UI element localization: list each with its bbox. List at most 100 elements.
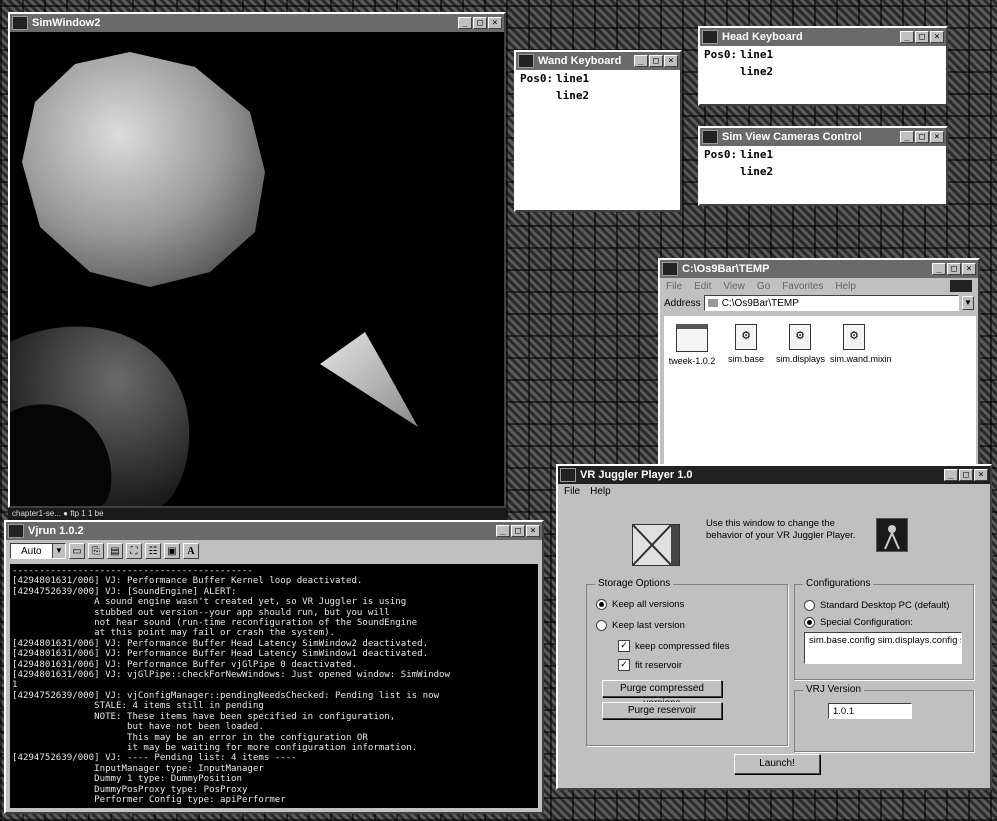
folder-icon — [707, 299, 718, 307]
explorer-title: C:\Os9Bar\TEMP — [682, 263, 770, 275]
check-indicator: ✓ — [618, 659, 630, 671]
camera-control-title: Sim View Cameras Control — [722, 131, 862, 143]
radio-keep-last[interactable]: Keep last version — [596, 620, 685, 631]
address-field[interactable]: C:\Os9Bar\TEMP — [703, 295, 959, 311]
file-item[interactable]: ⚙ sim.wand.mixin — [830, 324, 892, 458]
pos-line1: line1 — [740, 148, 774, 161]
menu-go[interactable]: Go — [757, 281, 770, 292]
close-icon[interactable]: × — [664, 55, 678, 67]
checkbox-fit-reservoir[interactable]: ✓ fit reservoir — [618, 659, 682, 671]
scene-svg — [10, 52, 418, 506]
minimize-icon[interactable]: _ — [900, 131, 914, 143]
minimize-icon[interactable]: _ — [932, 263, 946, 275]
sim-window: SimWindow2 _ □ × — [8, 12, 506, 508]
console-title: Vjrun 1.0.2 — [28, 525, 84, 537]
check-indicator: ✓ — [618, 640, 630, 652]
sphere-shape — [22, 52, 265, 287]
radio-indicator — [596, 620, 607, 631]
document-icon: ⚙ — [789, 324, 811, 350]
launch-button[interactable]: Launch! — [734, 754, 820, 774]
file-item[interactable]: ⚙ sim.displays — [776, 324, 825, 458]
application-icon — [676, 324, 708, 352]
console-line: This may be an error in the configuratio… — [12, 732, 368, 743]
close-icon[interactable]: × — [930, 131, 944, 143]
address-bar: Address C:\Os9Bar\TEMP ▼ — [660, 294, 978, 312]
minimize-icon[interactable]: _ — [900, 31, 914, 43]
app-icon — [702, 130, 718, 144]
console-line: but have not been loaded. — [12, 722, 264, 733]
paste-icon[interactable]: ▤ — [107, 543, 123, 559]
font-size-select[interactable]: Auto ▼ — [10, 543, 66, 559]
menu-favorites[interactable]: Favorites — [782, 281, 823, 292]
chevron-down-icon[interactable]: ▼ — [962, 296, 974, 310]
menu-help[interactable]: Help — [590, 486, 611, 497]
close-icon[interactable]: × — [962, 263, 976, 275]
background-icon[interactable]: ▣ — [164, 543, 180, 559]
close-icon[interactable]: × — [526, 525, 540, 537]
checkbox-keep-compressed[interactable]: ✓ keep compressed files — [618, 640, 730, 652]
pos-line2: line2 — [740, 165, 774, 178]
console-line: NOTE: These items have been specified in… — [12, 711, 396, 722]
menu-help[interactable]: Help — [835, 281, 856, 292]
wand-keyboard-titlebar[interactable]: Wand Keyboard _ □ × — [516, 52, 680, 70]
version-field[interactable]: 1.0.1 — [828, 703, 912, 719]
wand-keyboard-window: Wand Keyboard _ □ × Pos0: line1 line2 — [514, 50, 682, 212]
maximize-icon[interactable]: □ — [649, 55, 663, 67]
font-button[interactable]: A — [183, 543, 199, 559]
mark-icon[interactable]: ▭ — [69, 543, 85, 559]
maximize-icon[interactable]: □ — [959, 469, 973, 481]
app-icon — [518, 54, 534, 68]
close-icon[interactable]: × — [974, 469, 988, 481]
radio-label: Standard Desktop PC (default) — [820, 600, 950, 611]
logo-x-icon — [633, 525, 679, 565]
menu-file[interactable]: File — [564, 486, 580, 497]
console-line: [4294752639/000] VJ: ---- Pending list: … — [12, 753, 297, 764]
vr-player-menubar: File Help — [564, 486, 611, 497]
menu-view[interactable]: View — [723, 281, 745, 292]
head-keyboard-body: Pos0: line1 line2 — [700, 46, 946, 104]
viewport-3d[interactable] — [10, 32, 504, 506]
close-icon[interactable]: × — [930, 31, 944, 43]
fullscreen-icon[interactable]: ⛶ — [126, 543, 142, 559]
camera-control-window: Sim View Cameras Control _ □ × Pos0: line… — [698, 126, 948, 206]
console-line: STALE: 4 items still in pending — [12, 701, 264, 712]
camera-control-titlebar[interactable]: Sim View Cameras Control _ □ × — [700, 128, 946, 146]
menu-file[interactable]: File — [666, 281, 682, 292]
console-toolbar: Auto ▼ ▭ ⎘ ▤ ⛶ ☷ ▣ A — [6, 540, 542, 562]
minimize-icon[interactable]: _ — [944, 469, 958, 481]
minimize-icon[interactable]: _ — [634, 55, 648, 67]
console-window: Vjrun 1.0.2 _ □ × Auto ▼ ▭ ⎘ ▤ ⛶ ☷ ▣ A -… — [4, 520, 544, 814]
console-line: Performer Config type: apiPerformer — [12, 794, 286, 805]
vr-player-titlebar[interactable]: VR Juggler Player 1.0 _ □ × — [558, 466, 990, 484]
vr-juggler-logo — [632, 524, 680, 566]
minimize-icon[interactable]: _ — [458, 17, 472, 29]
radio-standard-desktop[interactable]: Standard Desktop PC (default) — [804, 600, 949, 611]
properties-icon[interactable]: ☷ — [145, 543, 161, 559]
console-titlebar[interactable]: Vjrun 1.0.2 _ □ × — [6, 522, 542, 540]
maximize-icon[interactable]: □ — [915, 31, 929, 43]
close-icon[interactable]: × — [488, 17, 502, 29]
explorer-titlebar[interactable]: C:\Os9Bar\TEMP _ □ × — [660, 260, 978, 278]
file-item[interactable]: ⚙ sim.base — [722, 324, 770, 458]
sim-window-titlebar[interactable]: SimWindow2 _ □ × — [10, 14, 504, 32]
menu-edit[interactable]: Edit — [694, 281, 711, 292]
maximize-icon[interactable]: □ — [473, 17, 487, 29]
maximize-icon[interactable]: □ — [511, 525, 525, 537]
head-keyboard-window: Head Keyboard _ □ × Pos0: line1 line2 — [698, 26, 948, 106]
radio-keep-all[interactable]: Keep all versions — [596, 599, 684, 610]
version-group: VRJ Version — [794, 684, 974, 752]
head-keyboard-titlebar[interactable]: Head Keyboard _ □ × — [700, 28, 946, 46]
wand-keyboard-title: Wand Keyboard — [538, 55, 622, 67]
config-field[interactable]: sim.base.config sim.displays.config si — [804, 632, 962, 664]
console-output[interactable]: ----------------------------------------… — [10, 564, 538, 808]
console-line: [4294801631/006] VJ: vjGlPipe::checkForN… — [12, 670, 450, 681]
console-line: at this point may fail or crash the syst… — [12, 628, 336, 639]
maximize-icon[interactable]: □ — [947, 263, 961, 275]
minimize-icon[interactable]: _ — [496, 525, 510, 537]
radio-special-config[interactable]: Special Configuration: — [804, 617, 913, 628]
file-item[interactable]: tweek-1.0.2 — [668, 324, 716, 458]
copy-icon[interactable]: ⎘ — [88, 543, 104, 559]
maximize-icon[interactable]: □ — [915, 131, 929, 143]
purge-compressed-button[interactable]: Purge compressed versions — [602, 680, 722, 709]
purge-reservoir-button[interactable]: Purge reservoir — [602, 702, 722, 719]
